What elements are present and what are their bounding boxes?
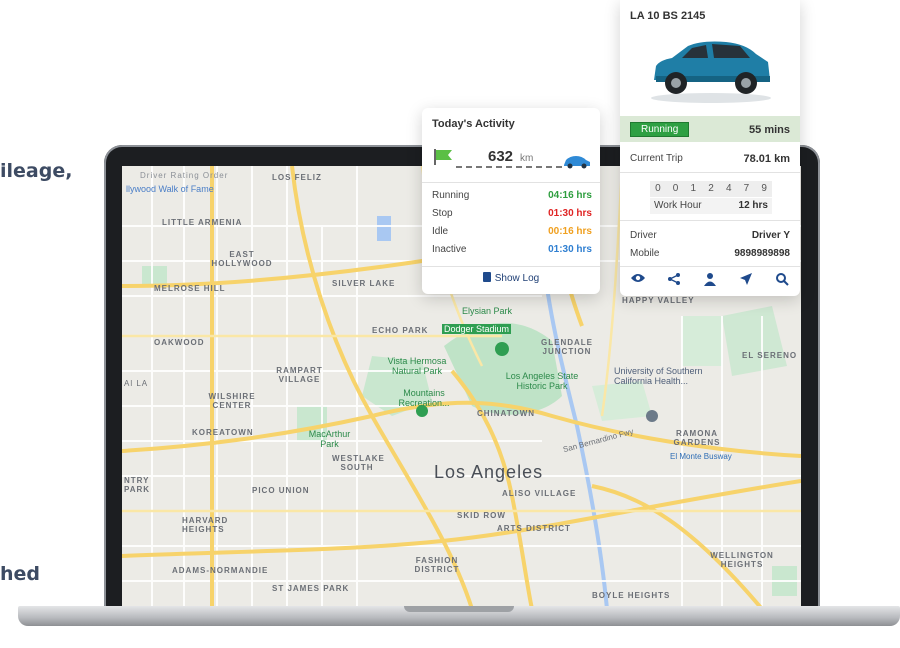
odometer-digit: 2 (708, 183, 714, 194)
side-copy-line-1: ileage, (0, 160, 73, 182)
divider (620, 220, 800, 221)
current-trip-label: Current Trip (630, 153, 683, 164)
divider (620, 266, 800, 267)
navigate-icon[interactable] (736, 272, 756, 288)
activity-value: 04:16 hrs (548, 190, 592, 201)
work-hour-value: 12 hrs (738, 200, 768, 211)
map-label: ARTS DISTRICT (497, 524, 571, 533)
distance-unit: km (520, 153, 534, 164)
map-label: Driver Rating Order (140, 171, 229, 180)
map-label: RAMONA GARDENS (673, 429, 721, 447)
work-hour-label: Work Hour (654, 200, 702, 211)
side-copy-line-2: hed (0, 563, 41, 585)
vehicle-card: LA 10 BS 2145 Running 55 mins Current Tr… (620, 0, 800, 296)
odometer-digit: 0 (655, 183, 661, 194)
map-road: El Monte Busway (670, 452, 732, 461)
map-label: LOS FELIZ (272, 173, 322, 182)
map-label: LITTLE ARMENIA (162, 218, 243, 227)
activity-value: 00:16 hrs (548, 226, 592, 237)
mobile-value: 9898989898 (734, 248, 790, 259)
map-label: GLENDALE JUNCTION (541, 338, 593, 356)
car-image (651, 41, 771, 103)
map-label: ST JAMES PARK (272, 584, 350, 593)
map-label: HAPPY VALLEY (622, 296, 695, 305)
odometer: 0 0 1 2 4 7 9 (650, 181, 772, 197)
map-label: NTRY PARK (124, 476, 151, 494)
map-label: HARVARD HEIGHTS (182, 516, 229, 534)
divider (422, 266, 600, 267)
map-place: University of Southern California Health… (614, 366, 703, 386)
map-city-label: Los Angeles (434, 462, 544, 482)
driver-icon[interactable] (700, 272, 720, 288)
map-label: BOYLE HEIGHTS (592, 591, 671, 600)
map-place: Elysian Park (462, 306, 513, 316)
activity-row-idle: Idle 00:16 hrs (432, 226, 592, 240)
map-label: FASHION DISTRICT (414, 556, 460, 574)
map-label: WILSHIRE CENTER (208, 392, 256, 410)
odometer-digit: 7 (743, 183, 750, 194)
map-place: Los Angeles State Historic Park (505, 371, 579, 391)
activity-label: Idle (432, 226, 449, 237)
vehicle-plate: LA 10 BS 2145 (630, 10, 706, 22)
map-label: SILVER LAKE (332, 279, 396, 288)
laptop-notch (404, 606, 514, 612)
odometer-digit: 1 (690, 183, 697, 194)
activity-label: Running (432, 190, 470, 201)
driver-label: Driver (630, 230, 657, 241)
map-label: EAST HOLLYWOOD (211, 250, 273, 268)
map-label: SKID ROW (457, 511, 506, 520)
map-label: Al LA (124, 379, 149, 388)
map-label: WESTLAKE SOUTH (332, 454, 385, 472)
show-log-label: Show Log (494, 273, 540, 284)
status-badge: Running (630, 122, 690, 137)
divider (422, 182, 600, 183)
activity-row-stop: Stop 01:30 hrs (432, 208, 592, 222)
odometer-digit: 0 (672, 183, 679, 194)
map-place: Vista Hermosa Natural Park (387, 356, 447, 376)
activity-title: Today's Activity (432, 118, 515, 130)
eye-icon[interactable] (628, 272, 648, 288)
map-label: EL SERENO (742, 351, 798, 360)
document-icon (482, 272, 491, 282)
activity-value: 01:30 hrs (548, 208, 592, 219)
map-label: KOREATOWN (192, 428, 254, 437)
distance-value: 632 (488, 148, 514, 165)
activity-value: 01:30 hrs (548, 244, 592, 255)
todays-activity-card: Today's Activity 632 km Running 04:16 hr… (422, 108, 600, 294)
activity-label: Stop (432, 208, 453, 219)
map-label: PICO UNION (252, 486, 310, 495)
divider (620, 172, 800, 173)
map-place: MacArthur Park (308, 429, 351, 449)
map-label: RAMPART VILLAGE (276, 366, 323, 384)
map-label: ALISO VILLAGE (502, 489, 577, 498)
map-label: MELROSE HILL (154, 284, 226, 293)
show-log-button[interactable]: Show Log (422, 272, 600, 290)
mobile-label: Mobile (630, 248, 660, 259)
car-icon (564, 156, 590, 169)
settings-icon[interactable] (772, 272, 792, 288)
activity-label: Inactive (432, 244, 467, 255)
map-label: ECHO PARK (372, 326, 429, 335)
map-place: Mountains Recreation... (398, 388, 450, 408)
driver-value: Driver Y (751, 230, 790, 241)
share-icon[interactable] (664, 272, 684, 288)
current-trip-value: 78.01 km (743, 153, 790, 165)
odometer-digit: 4 (725, 183, 732, 194)
map-label: WELLINGTON HEIGHTS (710, 551, 774, 569)
map-label: ADAMS-NORMANDIE (172, 566, 269, 575)
map-label: OAKWOOD (154, 338, 205, 347)
map-place: Dodger Stadium (442, 324, 512, 334)
activity-row-running: Running 04:16 hrs (432, 190, 592, 204)
odometer-digit: 9 (761, 183, 767, 194)
status-duration: 55 mins (749, 124, 790, 136)
map-label: CHINATOWN (477, 409, 536, 418)
activity-row-inactive: Inactive 01:30 hrs (432, 244, 592, 258)
route-line (456, 166, 562, 168)
map-place: llywood Walk of Fame (126, 184, 214, 194)
flag-icon (434, 149, 452, 165)
work-hour-row: Work Hour 12 hrs (650, 198, 772, 214)
